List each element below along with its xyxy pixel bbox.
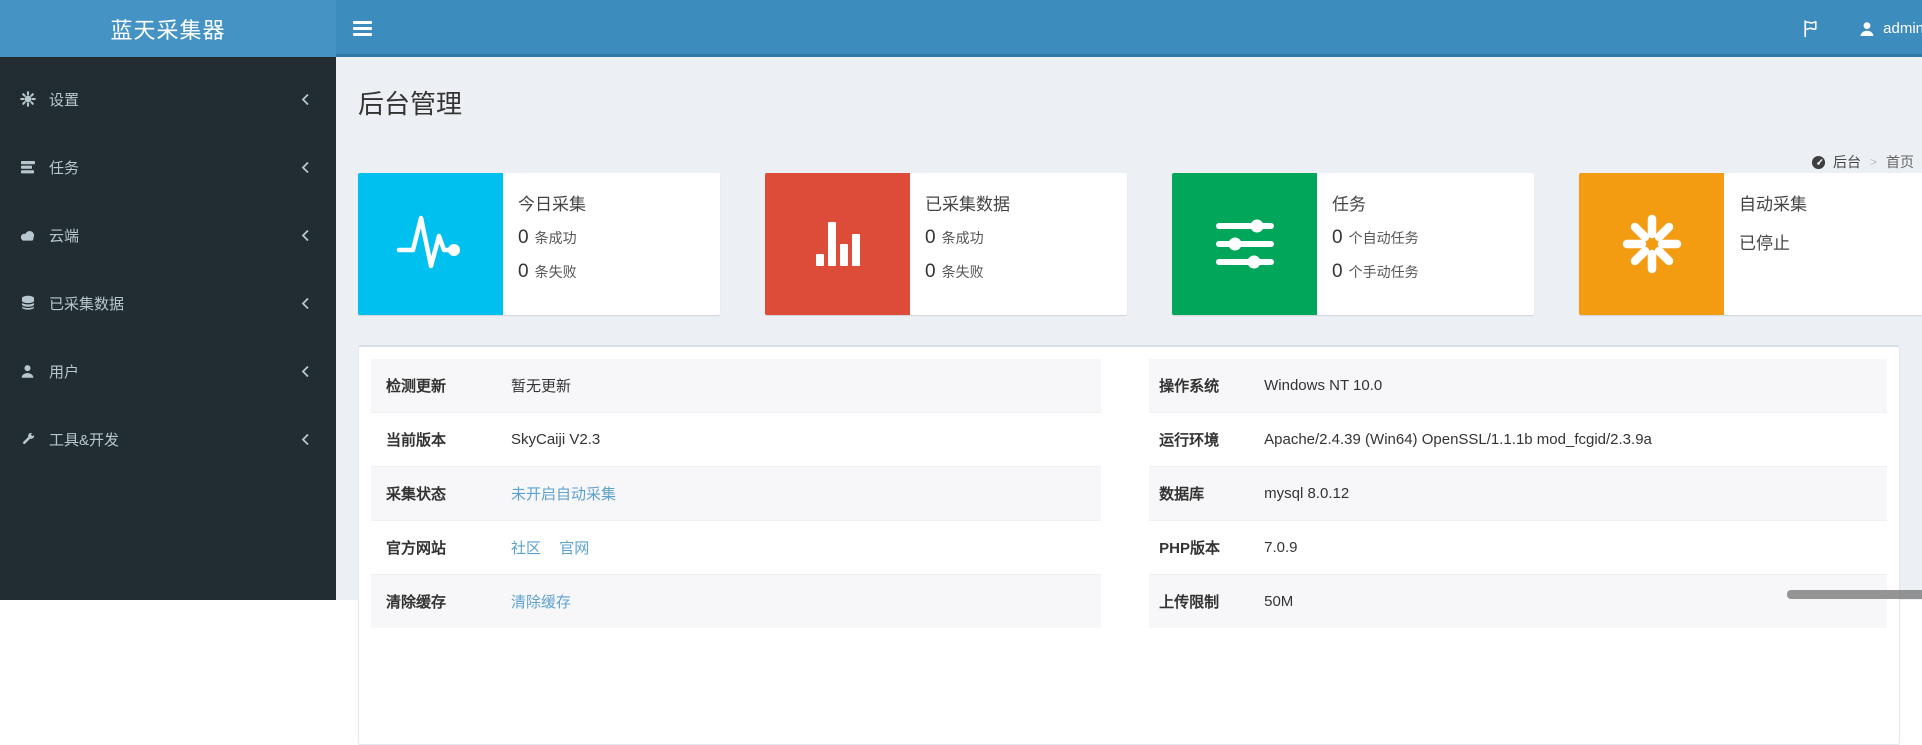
- sidebar-item-tools-dev[interactable]: 工具&开发: [0, 405, 336, 473]
- flag-icon: [1801, 19, 1820, 38]
- sidebar-item-users[interactable]: 用户: [0, 337, 336, 405]
- table-row: 当前版本 SkyCaiji V2.3: [371, 412, 1102, 467]
- bar-chart-icon: [765, 173, 910, 315]
- breadcrumb: 后台 > 首页: [1811, 152, 1914, 172]
- update-status: 暂无更新: [511, 378, 572, 395]
- sidebar-menu: 设置 任务 云端 已采集数据 用户 工具&开发: [0, 57, 336, 473]
- table-row: 清除缓存 清除缓存: [371, 574, 1102, 628]
- table-row: 官方网站 社区 官网: [371, 520, 1102, 575]
- php-version-value: 7.0.9: [1264, 539, 1298, 556]
- sliders-icon: [1172, 173, 1317, 315]
- page-title: 后台管理: [358, 89, 463, 119]
- sidebar-item-label: 云端: [49, 227, 80, 245]
- info-box-tasks[interactable]: 任务 0 个自动任务 0 个手动任务: [1172, 173, 1534, 315]
- chevron-left-icon: [301, 297, 310, 310]
- flag-menu[interactable]: [1795, 0, 1826, 57]
- server-env-value: Apache/2.4.39 (Win64) OpenSSL/1.1.1b mod…: [1264, 431, 1652, 448]
- pulse-icon: [358, 173, 503, 315]
- chevron-left-icon: [301, 365, 310, 378]
- info-box-title: 已采集数据: [925, 195, 1010, 214]
- info-box-auto-collection[interactable]: 自动采集 已停止: [1579, 173, 1922, 315]
- info-box-title: 自动采集: [1739, 195, 1807, 214]
- environment-table: 操作系统 Windows NT 10.0 运行环境 Apache/2.4.39 …: [1149, 359, 1887, 628]
- info-boxes: 今日采集 0 条成功 0 条失败 已采集数据 0 条成功 0 条失败 任务 0 …: [358, 173, 1922, 315]
- database-value: mysql 8.0.12: [1264, 485, 1350, 502]
- sidebar-item-collected-data[interactable]: 已采集数据: [0, 269, 336, 337]
- wrench-icon: [19, 431, 36, 448]
- breadcrumb-root-link[interactable]: 后台: [1811, 152, 1861, 172]
- info-box-today-collection[interactable]: 今日采集 0 条成功 0 条失败: [358, 173, 720, 315]
- table-row: PHP版本 7.0.9: [1149, 520, 1887, 575]
- sidebar-item-label: 已采集数据: [49, 295, 125, 313]
- gear-icon: [19, 91, 36, 108]
- sidebar-item-label: 设置: [49, 91, 80, 109]
- sidebar-item-label: 任务: [49, 159, 80, 177]
- sidebar-item-label: 用户: [49, 363, 80, 381]
- app-logo[interactable]: 蓝天采集器: [0, 0, 336, 57]
- cloud-icon: [19, 227, 36, 244]
- top-navbar: 蓝天采集器 admin: [0, 0, 1922, 57]
- sidebar-item-label: 工具&开发: [49, 431, 120, 449]
- table-row: 上传限制 50M: [1149, 574, 1887, 628]
- system-info-panel: 检测更新 暂无更新 当前版本 SkyCaiji V2.3 采集状态 未开启自动采…: [358, 345, 1900, 745]
- user-icon: [1858, 20, 1876, 38]
- table-row: 数据库 mysql 8.0.12: [1149, 466, 1887, 521]
- chevron-left-icon: [301, 433, 310, 446]
- table-row: 采集状态 未开启自动采集: [371, 466, 1102, 521]
- upload-limit-value: 50M: [1264, 593, 1294, 610]
- sidebar-toggle-button[interactable]: [336, 0, 388, 57]
- asterisk-icon: [1579, 173, 1724, 315]
- table-row: 操作系统 Windows NT 10.0: [1149, 359, 1887, 413]
- clear-cache-link[interactable]: 清除缓存: [511, 594, 571, 611]
- dashboard-icon: [1811, 155, 1826, 170]
- breadcrumb-separator: >: [1869, 155, 1877, 169]
- sidebar: 设置 任务 云端 已采集数据 用户 工具&开发: [0, 57, 336, 600]
- status-table: 检测更新 暂无更新 当前版本 SkyCaiji V2.3 采集状态 未开启自动采…: [371, 359, 1102, 628]
- table-row: 检测更新 暂无更新: [371, 359, 1102, 413]
- community-link[interactable]: 社区: [511, 540, 541, 557]
- sidebar-item-cloud[interactable]: 云端: [0, 201, 336, 269]
- collection-status-link[interactable]: 未开启自动采集: [511, 486, 616, 503]
- info-box-collected-data[interactable]: 已采集数据 0 条成功 0 条失败: [765, 173, 1127, 315]
- auto-collection-status: 已停止: [1739, 234, 1790, 253]
- chevron-left-icon: [301, 93, 310, 106]
- chevron-left-icon: [301, 229, 310, 242]
- hamburger-icon: [352, 21, 372, 36]
- current-version: SkyCaiji V2.3: [511, 431, 601, 448]
- database-icon: [19, 295, 36, 312]
- sidebar-item-tasks[interactable]: 任务: [0, 133, 336, 201]
- info-box-title: 任务: [1332, 195, 1366, 214]
- main-content: 后台管理 后台 > 首页 今日采集 0 条成功 0 条失败 已采集数据 0 条成…: [336, 57, 1922, 745]
- user-icon: [19, 363, 36, 380]
- horizontal-scrollbar-thumb[interactable]: [1787, 590, 1922, 599]
- official-site-link[interactable]: 官网: [559, 540, 589, 557]
- tasks-icon: [19, 159, 36, 176]
- user-menu[interactable]: admin: [1852, 0, 1922, 57]
- info-box-title: 今日采集: [518, 195, 586, 214]
- os-value: Windows NT 10.0: [1264, 377, 1383, 394]
- table-row: 运行环境 Apache/2.4.39 (Win64) OpenSSL/1.1.1…: [1149, 412, 1887, 467]
- sidebar-item-settings[interactable]: 设置: [0, 65, 336, 133]
- breadcrumb-current: 首页: [1886, 154, 1914, 170]
- user-name: admin: [1883, 20, 1922, 37]
- chevron-left-icon: [301, 161, 310, 174]
